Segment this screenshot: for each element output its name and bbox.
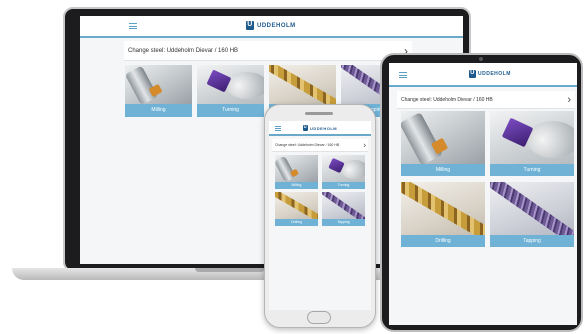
drilling-tool-image	[275, 192, 318, 219]
hamburger-menu-icon[interactable]	[129, 23, 137, 29]
steel-selector-label: Change steel: Uddeholm Dievar / 160 HB	[275, 143, 340, 147]
tile-turning[interactable]: Turning	[322, 155, 365, 189]
tile-drilling[interactable]: Drilling	[401, 182, 485, 247]
app-header: U UDDEHOLM	[80, 16, 463, 38]
app-header: U UDDEHOLM	[389, 63, 577, 87]
logo-mark: U	[469, 70, 476, 78]
logo-text: UDDEHOLM	[257, 22, 296, 29]
drilling-tool-image	[401, 182, 485, 235]
tile-milling[interactable]: Milling	[401, 111, 485, 176]
device-showcase: U UDDEHOLM Change steel: Uddeholm Dievar…	[0, 0, 585, 334]
steel-selector[interactable]: Change steel: Uddeholm Dievar / 160 HB ›	[124, 41, 412, 61]
chevron-right-icon: ›	[363, 140, 366, 150]
tile-tapping[interactable]: Tapping	[490, 182, 574, 247]
phone-speaker	[305, 112, 333, 115]
milling-tool-image	[401, 111, 485, 164]
steel-selector[interactable]: Change steel: Uddeholm Dievar / 160 HB ›	[272, 139, 368, 152]
steel-selector-label: Change steel: Uddeholm Dievar / 160 HB	[401, 97, 493, 103]
tile-label: Turning	[322, 182, 365, 189]
tapping-tool-image	[322, 192, 365, 219]
tile-turning[interactable]: Turning	[490, 111, 574, 176]
turning-tool-image	[322, 155, 365, 182]
brand-logo: U UDDEHOLM	[246, 21, 296, 30]
hamburger-menu-icon[interactable]	[275, 126, 281, 131]
drilling-tool-image	[269, 65, 336, 104]
logo-text: UDDEHOLM	[310, 125, 338, 131]
brand-logo: U UDDEHOLM	[469, 70, 511, 78]
logo-mark: U	[303, 124, 308, 131]
tablet-camera	[479, 57, 483, 61]
tile-turning[interactable]: Turning	[197, 65, 264, 117]
tile-drilling[interactable]: Drilling	[275, 192, 318, 226]
tapping-tool-image	[490, 182, 574, 235]
tile-label: Tapping	[322, 219, 365, 226]
turning-tool-image	[490, 111, 574, 164]
chevron-right-icon: ›	[567, 93, 571, 106]
tile-tapping[interactable]: Tapping	[322, 192, 365, 226]
logo-mark: U	[246, 21, 254, 30]
logo-text: UDDEHOLM	[478, 71, 511, 77]
tile-label: Milling	[275, 182, 318, 189]
brand-logo: U UDDEHOLM	[303, 125, 337, 131]
tile-label: Milling	[125, 104, 192, 117]
milling-tool-image	[125, 65, 192, 104]
hamburger-menu-icon[interactable]	[399, 72, 407, 78]
tile-label: Tapping	[490, 235, 574, 247]
steel-selector-label: Change steel: Uddeholm Dievar / 160 HB	[128, 48, 239, 54]
tablet-screen: U UDDEHOLM Change steel: Uddeholm Dievar…	[389, 63, 577, 325]
turning-tool-image	[197, 65, 264, 104]
steel-selector[interactable]: Change steel: Uddeholm Dievar / 160 HB ›	[397, 91, 575, 109]
tile-label: Turning	[197, 104, 264, 117]
tile-milling[interactable]: Milling	[125, 65, 192, 117]
laptop-notch	[195, 268, 265, 272]
phone-home-button[interactable]	[307, 311, 331, 324]
milling-tool-image	[275, 155, 318, 182]
phone-screen: U UDDEHOLM Change steel: Uddeholm Dievar…	[269, 121, 371, 310]
tile-milling[interactable]: Milling	[275, 155, 318, 189]
app-header: U UDDEHOLM	[269, 121, 371, 136]
tile-label: Turning	[490, 164, 574, 176]
tile-label: Drilling	[275, 219, 318, 226]
tile-label: Drilling	[401, 235, 485, 247]
tile-label: Milling	[401, 164, 485, 176]
